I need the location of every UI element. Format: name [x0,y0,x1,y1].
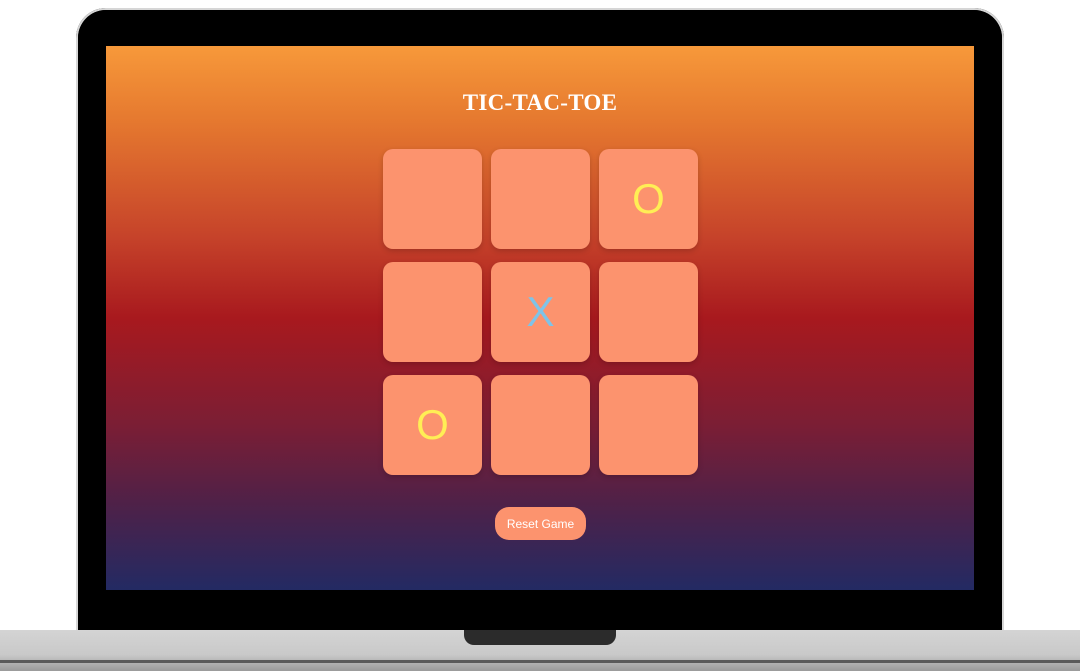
board-cell-8[interactable] [491,375,590,475]
laptop-notch [464,630,616,645]
reset-game-button[interactable]: Reset Game [495,507,586,540]
board-cell-7[interactable]: O [383,375,482,475]
board-cell-6[interactable] [599,262,698,362]
board-cell-3[interactable]: O [599,149,698,249]
board-cell-2[interactable] [491,149,590,249]
laptop-mockup: TIC-TAC-TOE O X O Reset Game [0,0,1080,671]
board-cell-9[interactable] [599,375,698,475]
laptop-base-edge [0,660,1080,663]
board-cell-4[interactable] [383,262,482,362]
game-title: TIC-TAC-TOE [462,90,618,115]
board-cell-5[interactable]: X [491,262,590,362]
game-screen: TIC-TAC-TOE O X O Reset Game [106,46,974,590]
board-cell-1[interactable] [383,149,482,249]
game-board: O X O [383,149,699,477]
